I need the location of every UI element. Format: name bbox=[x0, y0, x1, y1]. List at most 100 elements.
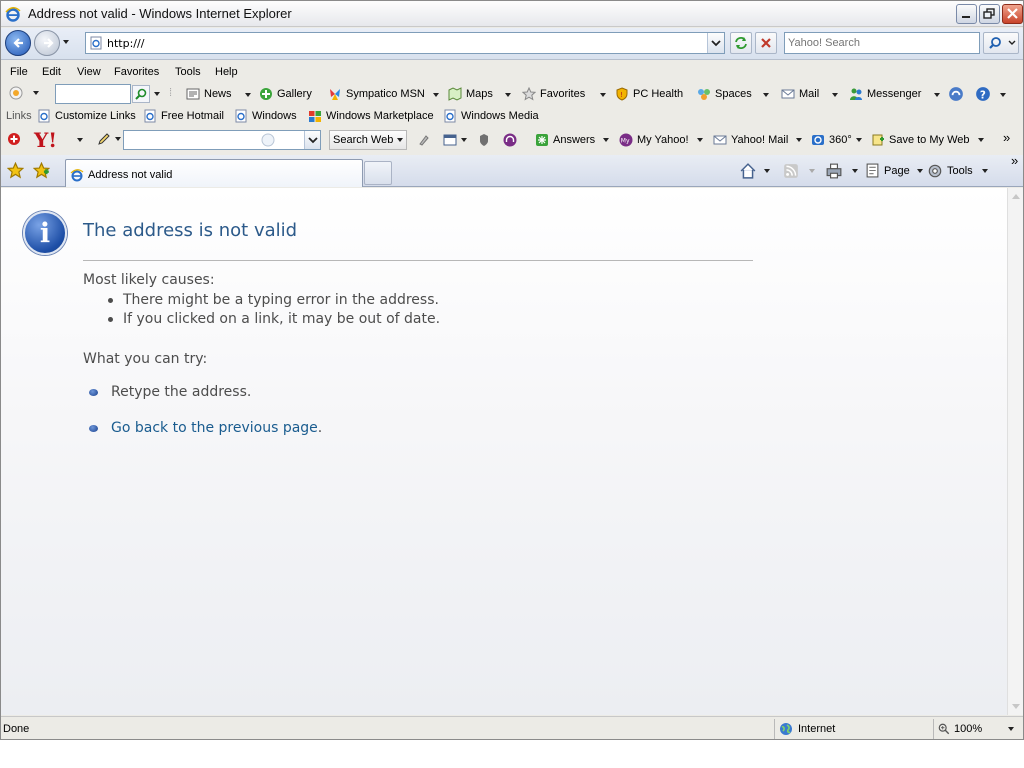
feeds-button[interactable] bbox=[783, 163, 815, 179]
menu-bar: File Edit View Favorites Tools Help bbox=[1, 61, 1023, 83]
menu-view[interactable]: View bbox=[77, 66, 101, 78]
sympatico-dropdown[interactable] bbox=[433, 93, 439, 97]
back-button[interactable] bbox=[5, 30, 31, 56]
home-icon bbox=[740, 163, 756, 179]
address-field[interactable]: http:/// bbox=[85, 32, 725, 54]
menu-tools[interactable]: Tools bbox=[175, 66, 201, 78]
page-icon bbox=[235, 109, 247, 123]
home-button[interactable] bbox=[740, 163, 770, 179]
link-free-hotmail[interactable]: Free Hotmail bbox=[143, 109, 224, 123]
scroll-up-arrow[interactable] bbox=[1012, 194, 1020, 199]
msn-news-button[interactable]: News bbox=[186, 87, 232, 101]
msn-sympatico-button[interactable]: Sympatico MSN bbox=[328, 87, 425, 101]
help-dropdown[interactable] bbox=[1000, 93, 1006, 97]
gear-icon bbox=[928, 164, 942, 178]
yahoo-logo[interactable]: Y! bbox=[34, 128, 57, 152]
toolbar-overflow-chevron[interactable]: » bbox=[1003, 130, 1010, 145]
msn-spaces-button[interactable]: Spaces bbox=[697, 87, 752, 101]
search-button[interactable] bbox=[983, 32, 1019, 54]
page-menu-button[interactable]: Page bbox=[865, 163, 923, 178]
forward-button[interactable] bbox=[34, 30, 60, 56]
answers-icon bbox=[536, 134, 548, 146]
yahoo-mail-button[interactable]: Yahoo! Mail bbox=[713, 133, 803, 147]
search-icon bbox=[135, 88, 147, 100]
msn-maps-button[interactable]: Maps bbox=[448, 87, 493, 101]
msn-mail-button[interactable]: Mail bbox=[781, 87, 819, 101]
menu-file[interactable]: File bbox=[10, 66, 28, 78]
menu-favorites[interactable]: Favorites bbox=[114, 66, 159, 78]
chevron-down-icon bbox=[711, 40, 721, 47]
link-customize-links[interactable]: Customize Links bbox=[37, 109, 136, 123]
yahoo-pencil-button[interactable] bbox=[97, 132, 121, 146]
new-tab-button[interactable] bbox=[364, 161, 392, 185]
yahoo-highlight-button[interactable] bbox=[417, 133, 431, 147]
yahoo-logo-dropdown[interactable] bbox=[77, 138, 83, 142]
stop-button[interactable] bbox=[755, 32, 777, 54]
tab-row: Address not valid Page Tools » bbox=[1, 153, 1023, 187]
msn-pc-health-button[interactable]: ! PC Health bbox=[615, 87, 683, 101]
messenger-dropdown[interactable] bbox=[934, 93, 940, 97]
link-windows-marketplace[interactable]: Windows Marketplace bbox=[308, 109, 434, 123]
scroll-down-arrow[interactable] bbox=[1012, 704, 1020, 709]
spaces-dropdown[interactable] bbox=[763, 93, 769, 97]
vertical-scrollbar[interactable] bbox=[1007, 188, 1023, 715]
favorites-center-button[interactable] bbox=[7, 162, 24, 179]
links-bar: Links Customize Links Free Hotmail Windo… bbox=[1, 105, 1023, 127]
yahoo-search-input[interactable] bbox=[123, 130, 321, 150]
msn-messenger-button[interactable]: Messenger bbox=[849, 87, 921, 101]
menu-edit[interactable]: Edit bbox=[42, 66, 61, 78]
address-url[interactable]: http:/// bbox=[107, 37, 144, 50]
yahoo-search-dropdown[interactable] bbox=[304, 131, 320, 149]
add-to-favorites-button[interactable] bbox=[33, 162, 50, 179]
restore-icon bbox=[983, 8, 995, 19]
zoom-control[interactable]: 100% bbox=[933, 719, 1015, 739]
msn-toolbar: ⁞ News Gallery Sympatico MSN Maps Favori… bbox=[1, 83, 1023, 105]
help-icon: ? bbox=[976, 87, 990, 102]
msn-help-button[interactable]: ? bbox=[975, 86, 991, 102]
search-input[interactable] bbox=[788, 34, 978, 52]
yahoo-window-button[interactable] bbox=[443, 133, 467, 147]
msn-gallery-button[interactable]: Gallery bbox=[259, 87, 312, 101]
stop-icon bbox=[761, 38, 771, 48]
print-button[interactable] bbox=[826, 163, 858, 179]
favorites-dropdown[interactable] bbox=[600, 93, 606, 97]
yahoo-music-button[interactable] bbox=[503, 133, 517, 147]
close-window-button[interactable] bbox=[1002, 4, 1023, 24]
minimize-button[interactable] bbox=[956, 4, 977, 24]
msn-logo-button[interactable] bbox=[9, 86, 39, 100]
yahoo-my-yahoo-button[interactable]: My My Yahoo! bbox=[619, 133, 703, 147]
tools-menu-button[interactable]: Tools bbox=[927, 163, 988, 179]
search-field[interactable] bbox=[784, 32, 980, 54]
restore-button[interactable] bbox=[979, 4, 1000, 24]
yahoo-toolbar: Y! Search Web Answers My My Yahoo! Yahoo… bbox=[1, 127, 1023, 153]
yahoo-360-button[interactable]: 360° bbox=[811, 133, 862, 147]
screenshot-margin bbox=[0, 740, 1024, 768]
news-dropdown[interactable] bbox=[245, 93, 251, 97]
refresh-button[interactable] bbox=[730, 32, 752, 54]
maps-dropdown[interactable] bbox=[505, 93, 511, 97]
msn-support-button[interactable] bbox=[948, 86, 964, 102]
close-icon bbox=[1007, 8, 1018, 19]
link-windows-media[interactable]: Windows Media bbox=[443, 109, 539, 123]
yahoo-search-web-button[interactable]: Search Web bbox=[329, 130, 408, 150]
msn-search-button[interactable] bbox=[132, 85, 150, 103]
windows-flag-icon bbox=[309, 111, 321, 122]
tab-address-not-valid[interactable]: Address not valid bbox=[65, 159, 363, 187]
mail-dropdown[interactable] bbox=[832, 93, 838, 97]
yahoo-save-web-button[interactable]: Save to My Web bbox=[871, 133, 984, 147]
link-windows[interactable]: Windows bbox=[234, 109, 297, 123]
go-back-link[interactable]: Go back to the previous page bbox=[111, 420, 318, 436]
yahoo-antispy-button[interactable] bbox=[477, 133, 491, 147]
yahoo-answers-button[interactable]: Answers bbox=[535, 133, 610, 147]
msn-search-dropdown[interactable] bbox=[154, 92, 160, 96]
history-dropdown[interactable] bbox=[63, 40, 69, 44]
search-icon bbox=[989, 37, 1016, 49]
msn-favorites-button[interactable]: Favorites bbox=[522, 87, 585, 101]
address-dropdown[interactable] bbox=[707, 33, 724, 53]
svg-text:My: My bbox=[621, 138, 630, 145]
command-bar-overflow-chevron[interactable]: » bbox=[1011, 153, 1018, 168]
menu-help[interactable]: Help bbox=[215, 66, 238, 78]
msn-search-input[interactable] bbox=[55, 84, 131, 104]
yahoo-add-button[interactable] bbox=[7, 132, 21, 146]
security-zone[interactable]: Internet bbox=[774, 719, 835, 739]
